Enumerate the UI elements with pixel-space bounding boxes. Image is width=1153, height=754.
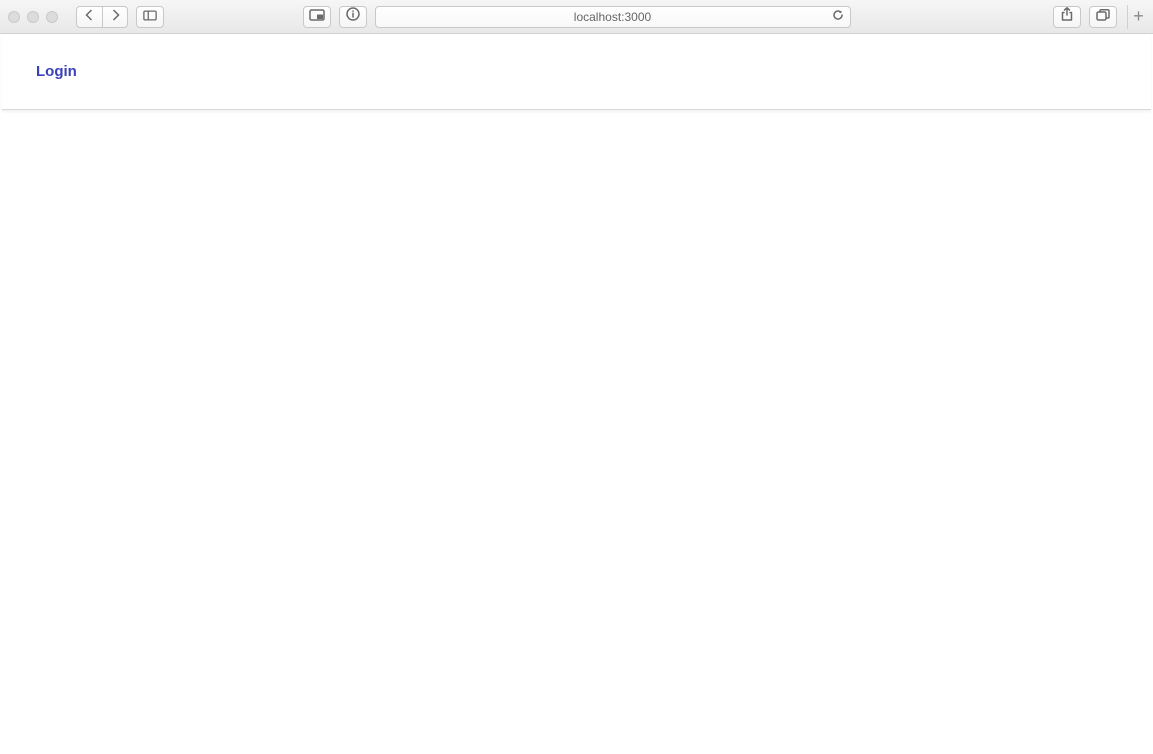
app-navbar: Login xyxy=(2,34,1151,110)
maximize-window-button[interactable] xyxy=(46,11,58,23)
address-bar[interactable]: localhost:3000 xyxy=(375,6,851,28)
navigation-buttons xyxy=(76,6,128,28)
toolbar-right-controls: + xyxy=(1053,5,1145,29)
minimize-window-button[interactable] xyxy=(27,11,39,23)
login-link[interactable]: Login xyxy=(36,63,77,80)
back-button[interactable] xyxy=(76,6,102,28)
forward-button[interactable] xyxy=(102,6,128,28)
refresh-button[interactable] xyxy=(832,9,844,24)
close-window-button[interactable] xyxy=(8,11,20,23)
window-controls xyxy=(8,11,58,23)
chevron-right-icon xyxy=(111,8,120,26)
pip-button[interactable] xyxy=(303,6,331,28)
chevron-left-icon xyxy=(85,8,94,26)
tabs-icon xyxy=(1096,8,1110,26)
pip-icon xyxy=(309,8,325,26)
browser-toolbar: localhost:3000 + xyxy=(0,0,1153,34)
url-text: localhost:3000 xyxy=(574,10,651,24)
sidebar-icon xyxy=(143,8,157,26)
privacy-report-button[interactable] xyxy=(339,6,367,28)
page-viewport: Login xyxy=(0,34,1153,754)
share-button[interactable] xyxy=(1053,6,1081,28)
share-icon xyxy=(1061,7,1073,26)
tabs-overview-button[interactable] xyxy=(1089,6,1117,28)
shield-info-icon xyxy=(346,7,360,26)
new-tab-button[interactable]: + xyxy=(1127,5,1145,29)
refresh-icon xyxy=(832,9,844,24)
sidebar-toggle-button[interactable] xyxy=(136,6,164,28)
plus-icon: + xyxy=(1133,6,1144,27)
address-bar-group: localhost:3000 xyxy=(303,6,851,28)
